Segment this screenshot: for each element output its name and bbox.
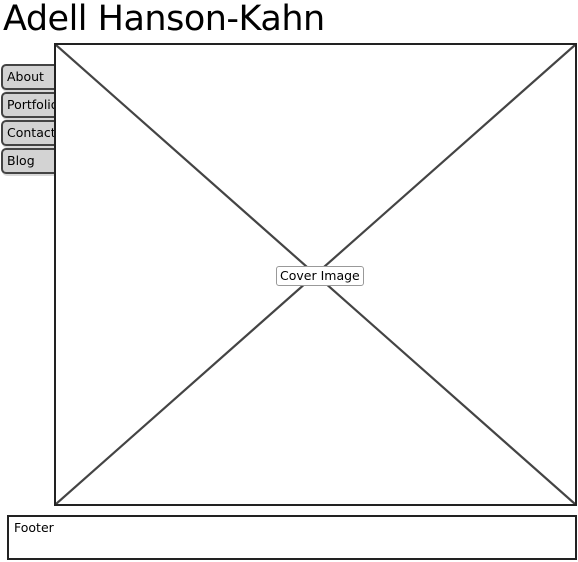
cover-image-label: Cover Image — [276, 266, 364, 286]
footer-label: Footer — [14, 520, 54, 535]
nav-tab-contact[interactable]: Contact — [1, 120, 56, 146]
nav-tab-about[interactable]: About — [1, 64, 56, 90]
nav-tab-portfolio[interactable]: Portfolio — [1, 92, 56, 118]
nav-tab-blog[interactable]: Blog — [1, 148, 56, 174]
site-title: Adell Hanson-Kahn — [3, 0, 325, 39]
footer: Footer — [7, 515, 577, 560]
page: Adell Hanson-Kahn About Portfolio Contac… — [0, 0, 578, 562]
cover-image-placeholder: Cover Image — [54, 43, 577, 506]
